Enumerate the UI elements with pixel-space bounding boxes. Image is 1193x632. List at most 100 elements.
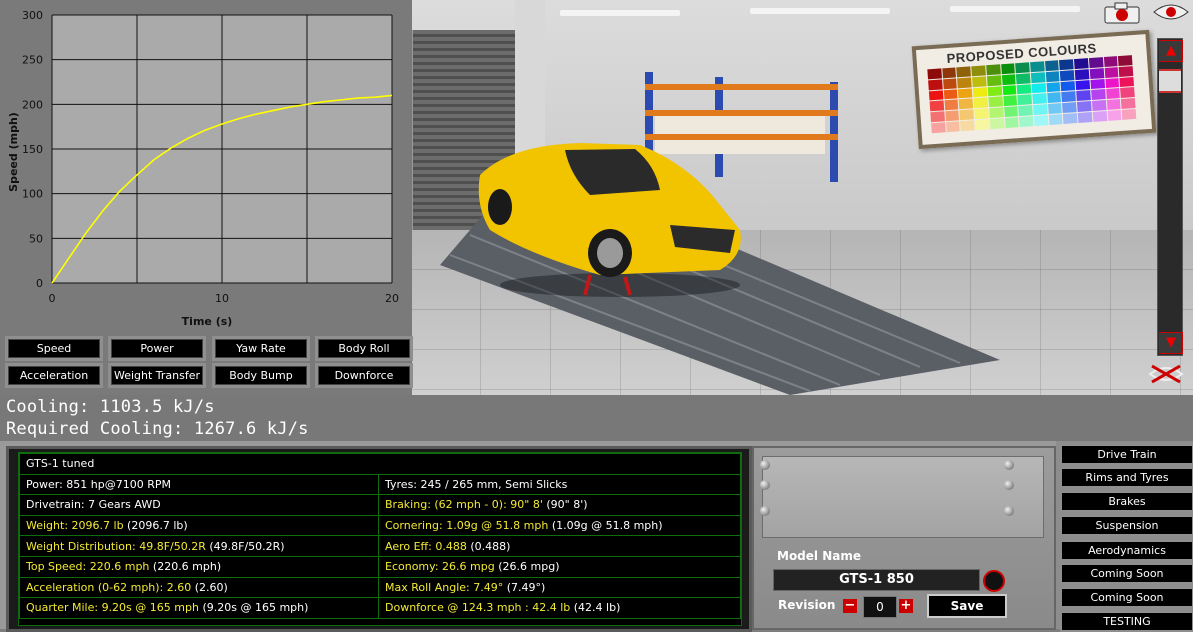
colour-swatch [928,90,944,101]
colour-swatch [1104,77,1120,89]
stat-cell: Top Speed: 220.6 mph (220.6 mph) [19,555,379,578]
scroll-down-button[interactable]: ▼ [1159,332,1183,354]
colour-swatch [1004,117,1019,129]
colour-swatch [1003,106,1019,118]
colour-swatch [1061,91,1077,103]
menu-item-coming-soon[interactable]: Coming Soon [1060,563,1193,584]
colour-swatch [1032,93,1047,105]
camera-scrollbar[interactable]: ▲ ▼ [1157,38,1183,356]
colour-swatch [1033,104,1048,116]
stat-base-value: (2.60) [191,580,228,594]
colour-swatch [959,109,975,121]
menu-item-suspension[interactable]: Suspension [1060,515,1193,536]
graph-button-downforce[interactable]: Downforce [315,363,413,388]
graph-button-weight-transfer[interactable]: Weight Transfer [108,363,206,388]
x-axis-label: Time (s) [182,315,233,328]
rivet [1004,480,1014,490]
colour-swatch [1121,109,1137,120]
colour-swatch [1120,87,1135,99]
rivet [1004,460,1014,470]
y-axis-label: Speed (mph) [7,112,20,192]
stat-value: Aero Eff: 0.488 [385,539,467,553]
graph-button-body-bump[interactable]: Body Bump [212,363,310,388]
chart-grid [51,14,393,284]
colour-swatch [1018,105,1033,117]
graph-button-acceleration[interactable]: Acceleration [5,363,103,388]
stats-row: Acceleration (0-62 mph): 2.60 (2.60) Max … [19,576,741,599]
colour-swatch [1092,111,1107,122]
colour-swatch [987,85,1002,97]
stat-cell: Tyres: 245 / 265 mm, Semi Slicks [378,473,741,496]
rename-icon[interactable] [983,570,1005,592]
menu-item-brakes[interactable]: Brakes [1060,491,1193,512]
save-button[interactable]: Save [927,594,1007,618]
graph-button-speed[interactable]: Speed [5,336,103,361]
y-tick-label: 150 [22,143,43,156]
menu-item-rims-and-tyres[interactable]: Rims and Tyres [1060,467,1193,488]
reset-view-icon[interactable] [1146,362,1186,386]
menu-item-coming-soon[interactable]: Coming Soon [1060,587,1193,608]
colour-swatch [1044,60,1060,71]
menu-item-drive-train[interactable]: Drive Train [1060,444,1193,465]
colour-swatch [1000,63,1016,75]
colour-swatch [1105,88,1121,100]
colour-swatch [972,76,987,87]
colour-swatch [1104,66,1119,78]
scroll-up-button[interactable]: ▲ [1159,40,1183,62]
colour-swatch [1107,110,1122,121]
stat-value: Acceleration (0-62 mph): 2.60 [26,580,192,594]
ceiling-light [750,8,890,14]
revision-label: Revision [778,598,836,612]
colour-swatch [986,75,1002,86]
colour-swatch [943,89,958,100]
model-name-field[interactable]: GTS-1 850 [773,569,980,591]
colour-swatch [1091,100,1107,112]
ceiling-light [560,10,680,16]
camera-icon[interactable] [1103,2,1141,24]
speed-time-chart: 300 250 200 150 100 50 0 0 10 20 Speed (mph) Tim… [7,9,400,328]
colour-swatch [1077,101,1092,113]
colour-swatch [945,110,960,122]
y-tick-label: 200 [22,98,43,111]
graph-button-power[interactable]: Power [108,336,206,361]
stat-cell: Quarter Mile: 9.20s @ 165 mph (9.20s @ 1… [19,597,379,619]
graph-button-yaw-rate[interactable]: Yaw Rate [212,336,310,361]
colour-poster: PROPOSED COLOURS [911,29,1157,150]
eye-icon[interactable] [1152,2,1190,22]
colour-swatch [929,100,944,112]
stat-cell: Downforce @ 124.3 mph : 42.4 lb (42.4 lb… [378,597,741,619]
stat-value: Power: 851 hp@7100 RPM [26,477,171,491]
scroll-thumb[interactable] [1159,69,1181,93]
colour-swatch [1030,61,1045,73]
colour-swatch [1121,98,1136,110]
yellow-car[interactable] [470,135,760,300]
stats-table: GTS-1 tuned Power: 851 hp@7100 RPM Tyres:… [19,453,741,619]
colour-swatch [1016,83,1032,95]
stat-cell: Drivetrain: 7 Gears AWD [19,494,379,516]
stat-cell: Braking: (62 mph - 0): 90" 8' (90" 8') [378,494,741,516]
x-axis-ticks: 0 10 20 [49,292,400,305]
colour-swatch [1074,68,1090,80]
revision-plus-button[interactable]: + [899,599,913,613]
colour-swatch [1118,55,1133,66]
colour-swatch [942,67,957,79]
colour-swatch [1002,84,1017,96]
graph-panel: 300 250 200 150 100 50 0 0 10 20 Speed (mph) Tim… [0,0,413,395]
stat-value: Downforce @ 124.3 mph : 42.4 lb [385,601,571,615]
colour-swatch [973,97,988,109]
y-tick-label: 300 [22,9,43,22]
menu-item-aerodynamics[interactable]: Aerodynamics [1060,540,1193,561]
colour-swatch [1063,113,1078,124]
colour-swatch [957,77,972,88]
graph-button-body-roll[interactable]: Body Roll [315,336,413,361]
stat-cell: Max Roll Angle: 7.49° (7.49°) [378,576,741,599]
stat-base-value: (9.20s @ 165 mph) [198,601,309,615]
colour-swatch [1119,76,1135,88]
stats-row: Weight: 2096.7 lb (2096.7 lb) Cornering: … [19,514,741,537]
colour-swatch [1048,114,1063,126]
model-name-label: Model Name [777,549,861,563]
revision-minus-button[interactable]: − [843,599,857,613]
x-tick-label: 0 [49,292,56,305]
rivet [760,480,770,490]
stats-row: Weight Distribution: 49.8F/50.2R (49.8F/… [19,535,741,557]
